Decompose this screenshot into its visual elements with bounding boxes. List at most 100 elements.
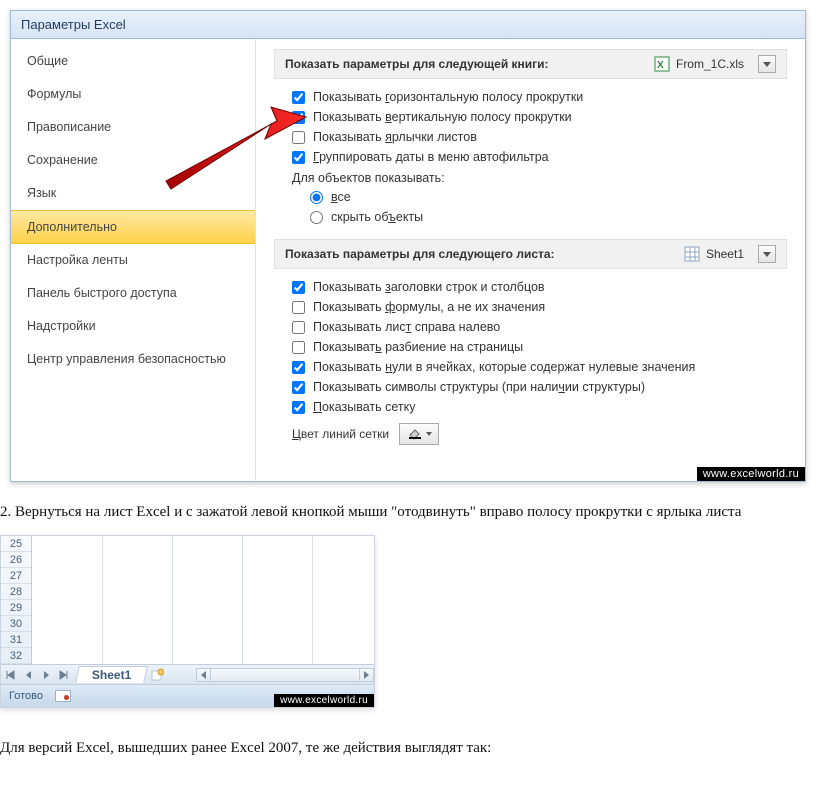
sh-check-4-checkbox[interactable] xyxy=(292,361,305,374)
dialog-title: Параметры Excel xyxy=(11,11,805,39)
chevron-down-icon xyxy=(763,62,771,67)
sh-check-4[interactable]: Показывать нули в ячейках, которые содер… xyxy=(274,357,787,377)
row-header[interactable]: 28 xyxy=(1,584,31,600)
row-header[interactable]: 29 xyxy=(1,600,31,616)
sheet-tab[interactable]: Sheet1 xyxy=(75,666,148,683)
sh-check-1-checkbox[interactable] xyxy=(292,301,305,314)
sidebar-item-label: Сохранение xyxy=(27,153,98,167)
sh-check-1[interactable]: Показывать формулы, а не их значения xyxy=(274,297,787,317)
wb-check-1-label: Показывать вертикальную полосу прокрутки xyxy=(313,110,572,124)
row-header[interactable]: 27 xyxy=(1,568,31,584)
sh-check-3-checkbox[interactable] xyxy=(292,341,305,354)
sidebar-item-addins[interactable]: Надстройки xyxy=(11,310,255,343)
sh-check-2[interactable]: Показывать лист справа налево xyxy=(274,317,787,337)
sh-check-6-checkbox[interactable] xyxy=(292,401,305,414)
sh-check-5[interactable]: Показывать символы структуры (при наличи… xyxy=(274,377,787,397)
workbook-selector-dropdown[interactable] xyxy=(758,55,776,73)
horizontal-scrollbar[interactable] xyxy=(196,668,374,682)
wb-check-0[interactable]: Показывать горизонтальную полосу прокрут… xyxy=(274,87,787,107)
sh-check-2-checkbox[interactable] xyxy=(292,321,305,334)
sheet-nav-first[interactable] xyxy=(2,667,18,683)
sh-check-0-checkbox[interactable] xyxy=(292,281,305,294)
wb-check-1-checkbox[interactable] xyxy=(292,111,305,124)
sh-check-0-label: Показывать заголовки строк и столбцов xyxy=(313,280,545,294)
workbook-display-header: Показать параметры для следующей книги: … xyxy=(274,49,787,79)
sheet-nav-next[interactable] xyxy=(38,667,54,683)
wb-check-2-label: Показывать ярлычки листов xyxy=(313,130,477,144)
article-footer: Для версий Excel, вышедших ранее Excel 2… xyxy=(0,708,816,767)
worksheet-cells[interactable] xyxy=(32,536,374,664)
wb-check-2-checkbox[interactable] xyxy=(292,131,305,144)
objects-radio-1[interactable]: скрыть объекты xyxy=(274,207,787,227)
objects-radio-0-label: все xyxy=(331,190,351,204)
article-step-2: 2. Вернуться на лист Excel и с зажатой л… xyxy=(0,482,816,531)
sidebar-item-trust-center[interactable]: Центр управления безопасностью xyxy=(11,343,255,376)
wb-check-3-checkbox[interactable] xyxy=(292,151,305,164)
objects-show-label: Для объектов показывать: xyxy=(274,167,787,187)
row-headers: 2526272829303132 xyxy=(1,536,32,664)
excel-file-icon: X xyxy=(654,56,670,72)
sheet-selector-dropdown[interactable] xyxy=(758,245,776,263)
gridline-color-row: Цвет линий сетки xyxy=(274,417,787,445)
triangle-left-icon xyxy=(201,671,206,679)
sheet-nav-last[interactable] xyxy=(56,667,72,683)
sheet-selector[interactable]: Sheet1 xyxy=(684,245,776,263)
row-header[interactable]: 25 xyxy=(1,536,31,552)
triangle-left-icon xyxy=(26,671,31,679)
options-main-panel: Показать параметры для следующей книги: … xyxy=(256,39,805,481)
sheet-display-label: Показать параметры для следующего листа: xyxy=(285,247,555,261)
sidebar-item-label: Центр управления безопасностью xyxy=(27,352,226,366)
insert-sheet-button[interactable] xyxy=(148,668,166,682)
row-header[interactable]: 30 xyxy=(1,616,31,632)
gridline-color-picker[interactable] xyxy=(399,423,439,445)
triangle-right-icon xyxy=(44,671,49,679)
row-header[interactable]: 26 xyxy=(1,552,31,568)
sh-check-5-label: Показывать символы структуры (при наличи… xyxy=(313,380,645,394)
sidebar-item-label: Дополнительно xyxy=(27,220,117,234)
workbook-selector-value: From_1C.xls xyxy=(676,57,744,71)
sidebar-item-customize-ribbon[interactable]: Настройка ленты xyxy=(11,244,255,277)
excel-window-snippet: 2526272829303132 Sheet1 Готово www.excel… xyxy=(0,535,375,708)
objects-radio-0-radio[interactable] xyxy=(310,191,323,204)
wb-check-3[interactable]: Группировать даты в меню автофильтра xyxy=(274,147,787,167)
sidebar-item-label: Правописание xyxy=(27,120,111,134)
watermark: www.excelworld.ru xyxy=(697,467,805,481)
gridline-color-label: Цвет линий сетки xyxy=(292,427,389,441)
sidebar-item-language[interactable]: Язык xyxy=(11,177,255,210)
sidebar-item-general[interactable]: Общие xyxy=(11,45,255,78)
sh-check-3-label: Показывать разбиение на страницы xyxy=(313,340,523,354)
wb-check-3-label: Группировать даты в меню автофильтра xyxy=(313,150,549,164)
chevron-down-icon xyxy=(426,432,432,436)
sh-check-3[interactable]: Показывать разбиение на страницы xyxy=(274,337,787,357)
objects-radio-0[interactable]: все xyxy=(274,187,787,207)
worksheet-icon xyxy=(684,246,700,262)
sidebar-item-quick-access[interactable]: Панель быстрого доступа xyxy=(11,277,255,310)
sh-check-6[interactable]: Показывать сетку xyxy=(274,397,787,417)
row-header[interactable]: 32 xyxy=(1,648,31,664)
sheet-display-header: Показать параметры для следующего листа:… xyxy=(274,239,787,269)
wb-check-0-label: Показывать горизонтальную полосу прокрут… xyxy=(313,90,583,104)
sh-check-5-checkbox[interactable] xyxy=(292,381,305,394)
sidebar-item-proofing[interactable]: Правописание xyxy=(11,111,255,144)
workbook-selector[interactable]: X From_1C.xls xyxy=(654,55,776,73)
sheet-selector-value: Sheet1 xyxy=(706,247,744,261)
wb-check-1[interactable]: Показывать вертикальную полосу прокрутки xyxy=(274,107,787,127)
wb-check-0-checkbox[interactable] xyxy=(292,91,305,104)
objects-radio-1-label: скрыть объекты xyxy=(331,210,423,224)
wb-check-2[interactable]: Показывать ярлычки листов xyxy=(274,127,787,147)
sh-check-0[interactable]: Показывать заголовки строк и столбцов xyxy=(274,277,787,297)
row-header[interactable]: 31 xyxy=(1,632,31,648)
sidebar-item-save[interactable]: Сохранение xyxy=(11,144,255,177)
objects-radio-1-radio[interactable] xyxy=(310,211,323,224)
sidebar-item-label: Язык xyxy=(27,186,56,200)
options-sidebar: Общие Формулы Правописание Сохранение Яз… xyxy=(11,39,256,481)
hscroll-right-button[interactable] xyxy=(359,669,373,681)
sidebar-item-advanced[interactable]: Дополнительно xyxy=(11,210,255,244)
sheet-nav-prev[interactable] xyxy=(20,667,36,683)
sidebar-item-formulas[interactable]: Формулы xyxy=(11,78,255,111)
sh-check-6-label: Показывать сетку xyxy=(313,400,415,414)
hscroll-left-button[interactable] xyxy=(197,669,211,681)
chevron-down-icon xyxy=(763,252,771,257)
macro-record-icon[interactable] xyxy=(55,690,71,702)
paint-bucket-icon xyxy=(407,426,423,443)
